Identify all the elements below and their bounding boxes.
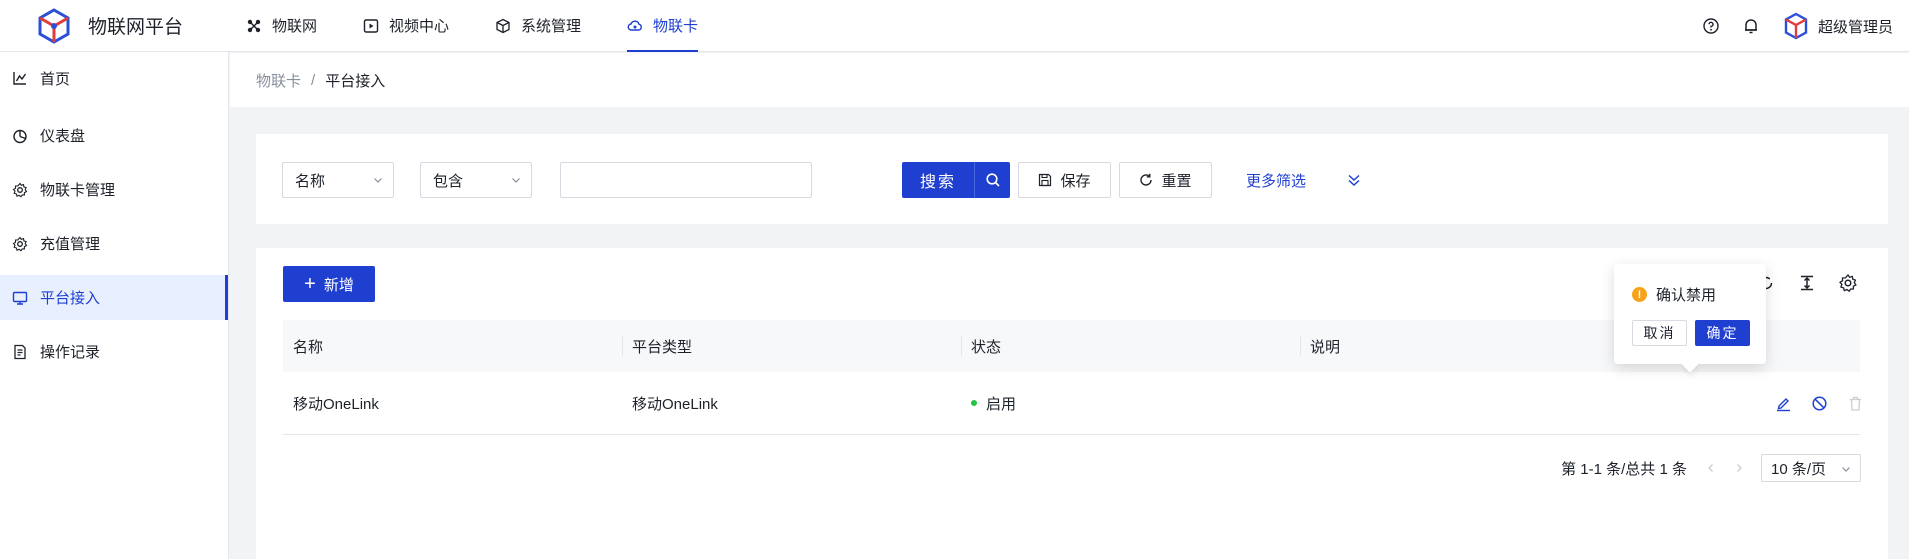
cell-status: 启用	[961, 393, 1300, 414]
save-button[interactable]: 保存	[1018, 162, 1111, 198]
double-chevron-down-icon[interactable]	[1346, 172, 1362, 188]
search-icon-button[interactable]	[974, 162, 1010, 198]
filter-panel: 名称 包含 搜索 保存 重置 更多筛选	[256, 134, 1888, 224]
more-filters-label: 更多筛选	[1246, 172, 1307, 190]
status-text: 启用	[986, 395, 1017, 413]
topnav-item-system[interactable]: 系统管理	[495, 0, 581, 52]
topnav-label: 物联卡	[653, 18, 699, 35]
search-button[interactable]: 搜索	[902, 162, 974, 198]
chevron-down-icon	[374, 178, 382, 183]
popconfirm-title: ! 确认禁用	[1632, 284, 1716, 305]
cell-actions	[1639, 395, 1861, 412]
column-header-name: 名称	[293, 338, 324, 356]
breadcrumb-parent[interactable]: 物联卡	[256, 70, 301, 91]
plus-icon: +	[304, 273, 316, 295]
sidebar-item-operation-log[interactable]: 操作记录	[0, 329, 228, 374]
app-title: 物联网平台	[88, 17, 184, 38]
reset-button-label: 重置	[1161, 172, 1192, 190]
topnav-item-iot-card[interactable]: 物联卡	[627, 0, 699, 52]
video-icon	[363, 18, 379, 34]
search-icon	[985, 173, 1000, 187]
cube-logo-icon	[38, 7, 70, 44]
topnav-item-video[interactable]: 视频中心	[363, 0, 449, 52]
header-actions: 超级管理员	[1702, 0, 1893, 52]
prev-page-icon[interactable]	[1701, 458, 1721, 478]
pagination: 第 1-1 条/总共 1 条 10 条/页	[1561, 454, 1861, 482]
app-logo[interactable]: 物联网平台	[34, 6, 264, 46]
disable-icon[interactable]	[1811, 395, 1828, 412]
page-size-select[interactable]: 10 条/页	[1761, 454, 1861, 482]
column-header-status: 状态	[961, 320, 1300, 372]
cell-name: 移动OneLink	[293, 395, 379, 413]
user-menu[interactable]: 超级管理员	[1782, 12, 1893, 40]
next-page-icon[interactable]	[1729, 458, 1749, 478]
gear-icon	[12, 182, 28, 198]
sidebar-item-label: 仪表盘	[40, 128, 86, 145]
status-dot	[971, 400, 977, 406]
breadcrumb-separator: /	[311, 71, 316, 89]
page-size-value: 10 条/页	[1771, 460, 1827, 478]
sidebar: 首页 仪表盘 物联卡管理 充值管理 平台接入 操作记录	[0, 52, 229, 559]
sidebar-item-card-management[interactable]: 物联卡管理	[0, 167, 228, 212]
save-icon	[1038, 173, 1052, 187]
nodes-icon	[246, 18, 262, 34]
doc-icon	[12, 344, 28, 360]
pie-icon	[12, 128, 28, 144]
table-row: 移动OneLink 移动OneLink 启用	[283, 372, 1861, 435]
add-button[interactable]: + 新增	[283, 266, 375, 302]
column-height-icon[interactable]	[1797, 273, 1817, 293]
delete-icon[interactable]	[1847, 395, 1864, 412]
cell-platform: 移动OneLink	[632, 395, 718, 413]
chart-icon	[12, 70, 28, 86]
sidebar-item-label: 首页	[40, 70, 71, 88]
chevron-down-icon	[512, 178, 520, 183]
search-input[interactable]	[560, 162, 812, 198]
topnav-label: 视频中心	[389, 18, 450, 35]
column-header-description: 说明	[1300, 320, 1639, 372]
column-header-platform: 平台类型	[622, 320, 961, 372]
edit-icon[interactable]	[1775, 395, 1792, 412]
topnav-label: 系统管理	[521, 18, 582, 35]
sidebar-item-platform-access[interactable]: 平台接入	[0, 275, 228, 320]
search-button-label: 搜索	[919, 174, 956, 191]
bell-icon[interactable]	[1742, 17, 1760, 35]
popconfirm-title-text: 确认禁用	[1656, 287, 1717, 304]
breadcrumb-current: 平台接入	[325, 72, 386, 90]
more-filters-link[interactable]: 更多筛选	[1246, 162, 1306, 198]
confirm-button[interactable]: 确定	[1695, 320, 1750, 346]
monitor-icon	[12, 290, 28, 306]
pagination-summary: 第 1-1 条/总共 1 条	[1561, 460, 1687, 478]
sidebar-item-label: 操作记录	[40, 344, 101, 361]
top-nav: 物联网 视频中心 系统管理 物联卡	[246, 0, 744, 52]
reset-button[interactable]: 重置	[1119, 162, 1212, 198]
settings-icon[interactable]	[1838, 273, 1858, 293]
sidebar-item-home[interactable]: 首页	[0, 52, 228, 104]
save-button-label: 保存	[1060, 172, 1091, 190]
add-button-label: 新增	[323, 276, 354, 294]
sidebar-item-label: 平台接入	[40, 290, 101, 307]
sidebar-item-label: 充值管理	[40, 236, 101, 253]
breadcrumb: 物联卡 / 平台接入	[230, 53, 1909, 107]
sidebar-item-recharge[interactable]: 充值管理	[0, 221, 228, 266]
user-name: 超级管理员	[1817, 18, 1893, 36]
topnav-label: 物联网	[272, 18, 318, 35]
top-header: 物联网平台 物联网 视频中心 系统管理 物联卡 超级管理员	[0, 0, 1909, 52]
cloud-icon	[627, 18, 643, 34]
operator-select-value: 包含	[433, 172, 464, 190]
chevron-down-icon	[1842, 467, 1850, 472]
cancel-button[interactable]: 取消	[1632, 320, 1687, 346]
field-select-value: 名称	[295, 172, 326, 190]
help-icon[interactable]	[1702, 17, 1720, 35]
box-icon	[495, 18, 511, 34]
warning-icon: !	[1632, 287, 1647, 302]
avatar	[1784, 12, 1808, 40]
sidebar-item-label: 物联卡管理	[40, 182, 116, 199]
field-select[interactable]: 名称	[282, 162, 394, 198]
disable-popconfirm: ! 确认禁用 取消 确定	[1614, 264, 1766, 364]
refresh-icon	[1139, 173, 1153, 187]
operator-select[interactable]: 包含	[420, 162, 532, 198]
sidebar-item-dashboard[interactable]: 仪表盘	[0, 113, 228, 158]
topnav-item-iot[interactable]: 物联网	[246, 0, 317, 52]
gear-icon	[12, 236, 28, 252]
